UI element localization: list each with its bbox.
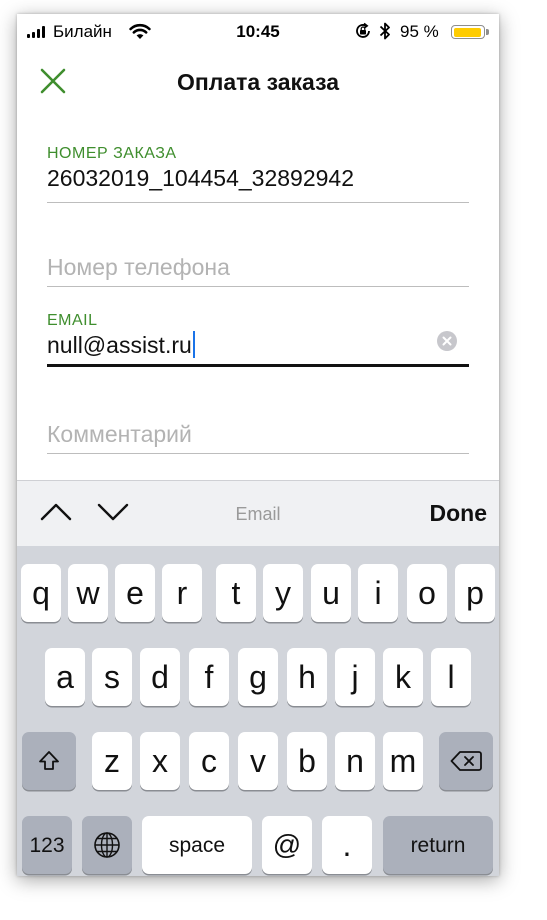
- key-b[interactable]: b: [287, 732, 327, 790]
- phone-underline: [47, 286, 469, 287]
- key-t[interactable]: t: [216, 564, 256, 622]
- status-bar: Билайн 10:45 95 %: [17, 14, 499, 50]
- bluetooth-icon: [379, 22, 390, 40]
- battery-percentage: 95 %: [400, 22, 439, 41]
- space-key[interactable]: space: [142, 816, 252, 874]
- email-input[interactable]: null@assist.ru: [47, 330, 469, 360]
- key-l[interactable]: l: [431, 648, 471, 706]
- key-s[interactable]: s: [92, 648, 132, 706]
- email-label: EMAIL: [47, 312, 98, 329]
- key-j[interactable]: j: [335, 648, 375, 706]
- key-a[interactable]: a: [45, 648, 85, 706]
- email-field[interactable]: EMAIL null@assist.ru: [47, 312, 469, 372]
- rotation-lock-icon: [356, 22, 370, 38]
- phone-screen: Билайн 10:45 95 % Оплата заказа НОМЕР ЗА…: [17, 14, 499, 876]
- key-v[interactable]: v: [238, 732, 278, 790]
- key-d[interactable]: d: [140, 648, 180, 706]
- key-m[interactable]: m: [383, 732, 423, 790]
- delete-key[interactable]: [439, 732, 493, 790]
- active-field-name: Email: [235, 504, 281, 524]
- key-n[interactable]: n: [335, 732, 375, 790]
- numbers-key[interactable]: 123: [22, 816, 72, 874]
- key-y[interactable]: y: [263, 564, 303, 622]
- comment-placeholder: Комментарий: [47, 421, 192, 447]
- email-value: null@assist.ru: [47, 332, 192, 358]
- phone-field[interactable]: Номер телефона: [47, 252, 469, 288]
- clear-text-icon[interactable]: [437, 331, 457, 351]
- keyboard-accessory-bar: Email Done: [17, 480, 499, 547]
- order-number-value: 26032019_104454_32892942: [47, 165, 354, 191]
- key-x[interactable]: x: [140, 732, 180, 790]
- key-o[interactable]: o: [407, 564, 447, 622]
- dot-key[interactable]: .: [322, 816, 372, 874]
- done-button[interactable]: Done: [430, 500, 488, 527]
- order-number-underline: [47, 202, 469, 203]
- globe-icon: [94, 832, 120, 858]
- key-p[interactable]: p: [455, 564, 495, 622]
- battery-icon: [451, 25, 485, 39]
- key-e[interactable]: e: [115, 564, 155, 622]
- comment-underline: [47, 453, 469, 454]
- text-caret: [192, 331, 195, 358]
- key-z[interactable]: z: [92, 732, 132, 790]
- key-k[interactable]: k: [383, 648, 423, 706]
- phone-placeholder: Номер телефона: [47, 254, 230, 280]
- key-f[interactable]: f: [189, 648, 229, 706]
- key-w[interactable]: w: [68, 564, 108, 622]
- key-r[interactable]: r: [162, 564, 202, 622]
- order-number-field[interactable]: НОМЕР ЗАКАЗА 26032019_104454_32892942: [47, 145, 469, 205]
- key-c[interactable]: c: [189, 732, 229, 790]
- at-key[interactable]: @: [262, 816, 312, 874]
- globe-key[interactable]: [82, 816, 132, 874]
- return-key[interactable]: return: [383, 816, 493, 874]
- key-h[interactable]: h: [287, 648, 327, 706]
- keyboard: q w e r t y u i o p a s d f g h j k l z …: [17, 546, 499, 876]
- email-underline: [47, 364, 469, 367]
- shift-icon: [39, 751, 59, 770]
- key-q[interactable]: q: [21, 564, 61, 622]
- page-title: Оплата заказа: [176, 69, 340, 95]
- order-number-label: НОМЕР ЗАКАЗА: [47, 145, 177, 162]
- battery-tip: [486, 29, 489, 35]
- key-u[interactable]: u: [311, 564, 351, 622]
- backspace-icon: [450, 751, 482, 771]
- key-g[interactable]: g: [238, 648, 278, 706]
- comment-field[interactable]: Комментарий: [47, 419, 469, 455]
- shift-key[interactable]: [22, 732, 76, 790]
- key-i[interactable]: i: [358, 564, 398, 622]
